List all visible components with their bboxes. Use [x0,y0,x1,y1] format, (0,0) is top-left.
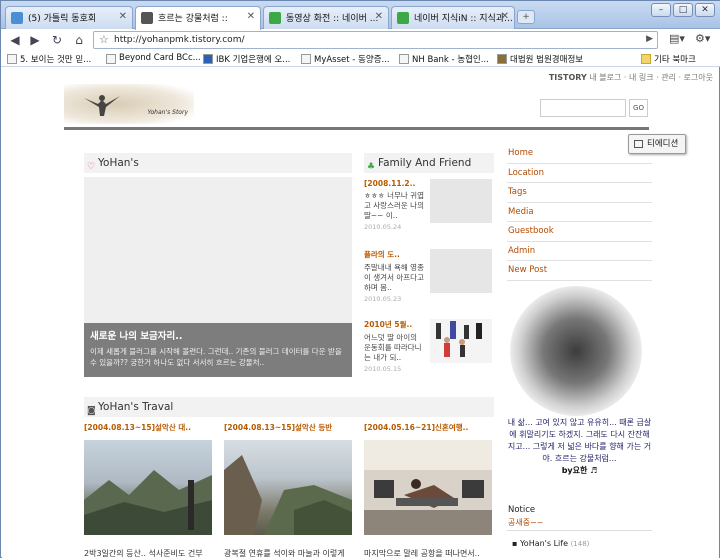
mountain-photo-icon [84,470,212,535]
url-text: http://yohanpmk.tistory.com/ [114,35,245,45]
bookmark-item[interactable]: NH Bank - 농협인... [399,53,489,65]
featured-desc: 이제 새롭게 블러그를 시작해 볼련다. 그런데.. 기존의 블러그 데이터를 … [90,347,342,367]
banner-tag: Yohan's Story [147,109,189,116]
maximize-button[interactable]: □ [673,3,693,17]
travel-thumbnail[interactable] [84,440,212,535]
person-silhouette-icon [84,95,120,116]
bookmark-item[interactable]: MyAsset - 동양증... [301,53,390,65]
tistory-bar: TISTORY 내 블로그 · 내 링크 · 관리 · 로그아웃 [549,72,713,83]
browser-toolbar: ◀ ▶ ↻ ⌂ ☆ http://yohanpmk.tistory.com/ ▶… [1,29,720,51]
forward-button[interactable]: ▶ [27,32,43,48]
menu-media[interactable]: Media [507,203,652,222]
address-bar[interactable]: ☆ http://yohanpmk.tistory.com/ ▶ [93,31,658,49]
tab-catholic-club[interactable]: (5) 가틀릭 동호회 ✕ [5,6,133,29]
featured-title[interactable]: 새로운 나의 보금자리.. [90,328,346,342]
menu-home[interactable]: Home [507,144,652,164]
tab-naver-video[interactable]: 동영상 화전 :: 네이버 ... ✕ [263,6,389,29]
section-family: ♣ Family And Friend [364,153,494,173]
header-divider [64,127,649,130]
menu-new-post[interactable]: New Post [507,261,652,281]
folder-icon [641,54,651,64]
bookmarks-bar: 5. 보이는 것만 믿... Beyond Card BCc... IBK 기업… [1,51,720,67]
camera-icon: ◙ [87,406,96,416]
home-button[interactable]: ⌂ [71,32,87,48]
page-icon [106,54,116,64]
profile-signature: by요한 ♬ [561,466,598,475]
bookmark-item[interactable]: IBK 기업은행에 오... [203,53,290,65]
back-button[interactable]: ◀ [7,32,23,48]
travel-post[interactable]: [2004.08.13~15]설악산 대.. 2박3일간의 등산.. 석사준비도… [84,422,212,558]
side-menu: Home Location Tags Media Guestbook Admin… [507,144,652,281]
kids-photo-icon [436,321,482,357]
airport-photo-icon [364,440,492,535]
menu-admin[interactable]: Admin [507,242,652,261]
section-yohan: ♡ YoHan's [84,153,352,173]
profile-image [510,286,642,416]
ibk-icon [203,54,213,64]
new-tab-button[interactable]: + [517,10,535,24]
friend-thumbnail[interactable] [430,319,492,363]
search-go-button[interactable]: GO [629,99,648,117]
travel-post[interactable]: [2004.08.13~15]설악산 등반 광복절 연휴를 석이와 마눌과 이렇… [224,422,352,558]
tistory-links[interactable]: 내 블로그 · 내 링크 · 관리 · 로그아웃 [589,73,713,82]
wrench-icon[interactable]: ⚙▾ [695,32,710,45]
browser-window: (5) 가틀릭 동호회 ✕ 흐르는 강물처럼 :: ✕ 동영상 화전 :: 네이… [0,0,720,558]
close-window-button[interactable]: ✕ [695,3,715,17]
star-icon[interactable]: ☆ [99,33,109,46]
page-content: TISTORY 내 블로그 · 내 링크 · 관리 · 로그아웃 Yohan's… [2,68,719,558]
heart-icon: ♡ [87,162,96,172]
tab-favicon-icon [11,12,23,24]
friend-thumbnail[interactable] [430,249,492,293]
tab-blog[interactable]: 흐르는 강물처럼 :: ✕ [135,6,261,30]
tistory-logo[interactable]: TISTORY [549,73,587,82]
page-icon [301,54,311,64]
rock-cliff-photo-icon [224,455,352,535]
category-item[interactable]: ▪ YoHan's Life (148) [512,539,589,548]
tab-favicon-icon [141,12,153,24]
close-icon[interactable]: ✕ [375,11,383,22]
bullet-icon: ▪ [512,539,520,548]
friend-post[interactable]: 플라의 도.. 주말내내 욕해 영종이 생겨서 아프다고 하며 몸.. 2010… [364,249,494,313]
menu-tags[interactable]: Tags [507,183,652,203]
tab-naver-kin[interactable]: 네이버 지식iN :: 지식과... ✕ [391,6,515,29]
profile-text: 내 삶... 고여 있지 않고 유유히... 때론 급살에 휘말리기도 하겠지.… [507,418,652,475]
minimize-button[interactable]: – [651,3,671,17]
travel-thumbnail[interactable] [364,440,492,535]
menu-location[interactable]: Location [507,164,652,183]
friend-post[interactable]: [2008.11.2.. ㅎㅎㅎ 너무나 귀엽고 사랑스러운 나의 딸~~ 이.… [364,179,494,243]
page-icon [399,54,409,64]
tab-strip: (5) 가틀릭 동호회 ✕ 흐르는 강물처럼 :: ✕ 동영상 화전 :: 네이… [1,1,720,30]
go-arrow-icon[interactable]: ▶ [646,34,653,44]
section-travel: ◙ YoHan's Traval [84,397,494,417]
friend-post[interactable]: 2010년 5월.. 어느덧 딸 아이의 운동회를 따라다니는 내가 되.. 2… [364,319,494,383]
tab-favicon-icon [269,12,281,24]
clover-icon: ♣ [367,162,376,172]
notice-heading: Notice [508,505,536,515]
friend-thumbnail[interactable] [430,179,492,223]
bookmark-item[interactable]: 5. 보이는 것만 믿... [7,53,91,65]
close-icon[interactable]: ✕ [501,11,509,22]
other-bookmarks[interactable]: 기타 북마크 [641,53,696,65]
bookmark-item[interactable]: Beyond Card BCc... [106,53,201,64]
reload-button[interactable]: ↻ [49,32,65,48]
travel-thumbnail[interactable] [224,440,352,535]
notice-link[interactable]: 공새중~~ [508,517,544,528]
court-icon [497,54,507,64]
window-controls: – □ ✕ [651,3,715,17]
tab-favicon-icon [397,12,409,24]
search-input[interactable] [540,99,626,117]
blog-banner[interactable]: Yohan's Story [64,84,194,124]
featured-caption: 새로운 나의 보금자리.. 이제 새롭게 블러그를 시작해 볼련다. 그런데..… [84,323,352,377]
featured-post[interactable]: 새로운 나의 보금자리.. 이제 새롭게 블러그를 시작해 볼련다. 그런데..… [84,177,352,377]
menu-guestbook[interactable]: Guestbook [507,222,652,242]
page-icon [7,54,17,64]
close-icon[interactable]: ✕ [119,11,127,22]
page-menu-icon[interactable]: ▤▾ [669,32,685,45]
bookmark-item[interactable]: 대법원 법원경매정보 [497,53,583,65]
close-icon[interactable]: ✕ [247,11,255,22]
travel-post[interactable]: [2004.05.16~21]신혼여행.. 마지막으로 말레 공항을 떠나면서.… [364,422,492,558]
notice-divider [507,530,652,531]
